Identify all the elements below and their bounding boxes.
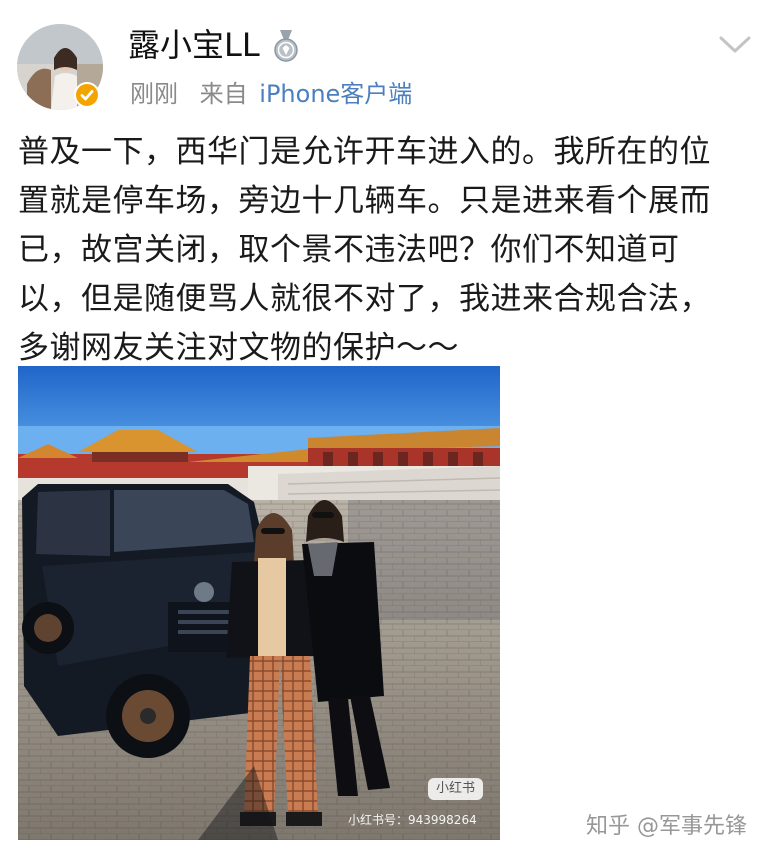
source-app-link[interactable]: iPhone客户端 (259, 80, 412, 108)
post-text-line: 以，但是随便骂人就很不对了，我进来合规合法， (18, 281, 711, 317)
chevron-down-icon[interactable] (718, 34, 752, 56)
verified-check-icon (74, 82, 100, 108)
post-text-line: 已，故宫关闭，取个景不违法吧？你们不知道可 (18, 232, 680, 268)
medal-icon[interactable] (272, 28, 300, 64)
post-text-line: 置就是停车场，旁边十几辆车。只是进来看个展而 (18, 183, 711, 219)
post-photo[interactable]: 小红书 小红书号：943998264 (18, 366, 500, 840)
post-meta: 刚刚 来自 iPhone客户端 (130, 76, 412, 112)
post-header: 露小宝LL 刚刚 来自 iPhone客户端 (0, 0, 765, 120)
zhihu-watermark: 知乎 @军事先锋 (586, 814, 747, 839)
post-text-line: 普及一下，西华门是允许开车进入的。我所在的位 (18, 134, 711, 170)
xiaohongshu-id: 小红书号：943998264 (348, 813, 477, 827)
username[interactable]: 露小宝LL (128, 24, 260, 66)
xiaohongshu-badge: 小红书 (428, 778, 484, 800)
source-prefix: 来自 (199, 80, 248, 108)
post-time: 刚刚 (130, 80, 178, 108)
photo-scene (18, 366, 500, 840)
post-text: 普及一下，西华门是允许开车进入的。我所在的位 置就是停车场，旁边十几辆车。只是进… (18, 128, 748, 373)
